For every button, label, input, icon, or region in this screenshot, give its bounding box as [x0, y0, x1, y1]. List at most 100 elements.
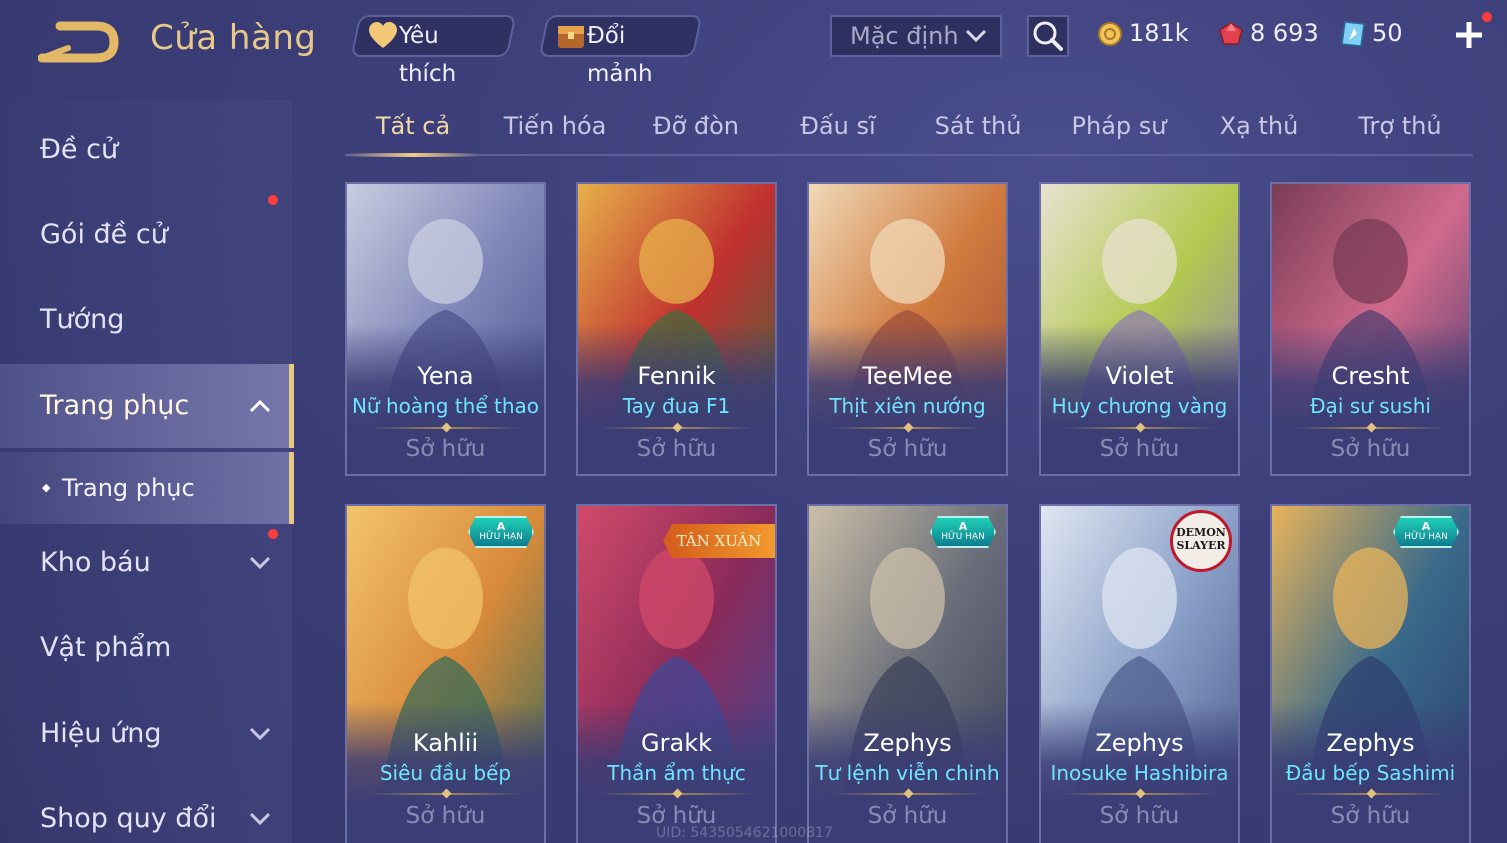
- favorites-label: Yêu thích: [398, 23, 457, 87]
- ownership-status: Sở hữu: [636, 436, 717, 462]
- sidebar-item-label: Vật phẩm: [40, 632, 172, 663]
- notification-dot: [268, 195, 278, 205]
- ownership-status: Sở hữu: [1330, 803, 1411, 829]
- sidebar-item-items[interactable]: Vật phẩm: [0, 606, 292, 690]
- back-button[interactable]: [37, 18, 120, 64]
- page-title: Cửa hàng: [150, 18, 317, 58]
- gold-amount: 181k: [1129, 19, 1189, 47]
- tab-support[interactable]: Trợ thủ: [1335, 100, 1465, 154]
- skin-name: Siêu đầu bếp: [379, 761, 512, 785]
- sidebar-item-label: Gói đề cử: [40, 219, 168, 250]
- skin-card[interactable]: Cresht Đại sư sushi Sở hữu: [1270, 182, 1471, 476]
- sidebar-subitem-label: Trang phục: [62, 474, 195, 502]
- chevron-down-icon: [249, 556, 271, 570]
- chevron-down-icon: [965, 29, 987, 43]
- gold-balance: 181k: [1097, 17, 1189, 51]
- ownership-status: Sở hữu: [867, 436, 948, 462]
- add-currency-button[interactable]: [1452, 12, 1492, 52]
- search-button[interactable]: [1027, 15, 1069, 57]
- chevron-down-icon: [249, 812, 271, 826]
- voucher-amount: 50: [1372, 19, 1403, 47]
- sidebar-item-label: Trang phục: [40, 390, 190, 421]
- skin-name: Tư lệnh viễn chinh: [815, 761, 1000, 785]
- gold-coin-icon: [1098, 22, 1122, 46]
- tab-evolution[interactable]: Tiến hóa: [490, 100, 620, 154]
- sidebar-item-skins[interactable]: Trang phục: [0, 364, 294, 448]
- chevron-up-icon: [249, 399, 271, 413]
- limited-badge-label: HỮU HẠN: [941, 532, 985, 542]
- ownership-status: Sở hữu: [405, 803, 486, 829]
- skin-card[interactable]: Kahlii Siêu đầu bếp Sở hữu A HỮU HẠN: [345, 504, 546, 843]
- hero-name: Cresht: [1331, 362, 1410, 390]
- back-arrow-icon: [37, 21, 119, 63]
- ownership-status: Sở hữu: [1330, 436, 1411, 462]
- skin-card[interactable]: Zephys Tư lệnh viễn chinh Sở hữu A HỮU HẠN: [807, 504, 1008, 843]
- limited-badge: A HỮU HẠN: [1393, 516, 1459, 548]
- plus-icon: [1456, 22, 1482, 48]
- sidebar-item-recommended[interactable]: Đề cử: [0, 108, 292, 192]
- ruby-gem-icon: [1219, 22, 1243, 45]
- heart-icon: [369, 22, 397, 48]
- skin-card[interactable]: Grakk Thần ẩm thực Sở hữu TÂN XUÂN: [576, 504, 777, 843]
- sidebar-item-heroes[interactable]: Tướng: [0, 278, 292, 362]
- skin-card[interactable]: TeeMee Thịt xiên nướng Sở hữu: [807, 182, 1008, 476]
- skin-card[interactable]: Zephys Đầu bếp Sashimi Sở hữu A HỮU HẠN: [1270, 504, 1471, 843]
- category-tabs: Tất cả Tiến hóa Đỡ đòn Đấu sĩ Sát thủ Ph…: [345, 100, 1473, 157]
- sort-value: Mặc định: [850, 22, 959, 50]
- sidebar-item-label: Tướng: [40, 304, 125, 335]
- tab-fighter[interactable]: Đấu sĩ: [773, 100, 903, 154]
- skin-name: Thần ẩm thực: [607, 761, 746, 785]
- voucher-icon: [1341, 21, 1365, 47]
- tab-tank[interactable]: Đỡ đòn: [631, 100, 761, 154]
- tab-assassin[interactable]: Sát thủ: [913, 100, 1043, 154]
- tab-mage[interactable]: Pháp sư: [1054, 100, 1184, 154]
- sidebar-item-recommended-bundles[interactable]: Gói đề cử: [0, 193, 292, 277]
- sidebar-subitem-skins[interactable]: Trang phục: [0, 452, 294, 524]
- chest-icon: [558, 26, 584, 48]
- favorites-button[interactable]: Yêu thích: [350, 15, 517, 87]
- skin-name: Đại sư sushi: [1310, 394, 1431, 418]
- sort-dropdown[interactable]: Mặc định: [830, 15, 1002, 57]
- hero-name: Zephys: [863, 729, 952, 757]
- ruby-amount: 8 693: [1250, 19, 1319, 47]
- skin-name: Đầu bếp Sashimi: [1285, 761, 1456, 785]
- hero-name: Fennik: [637, 362, 716, 390]
- ruby-balance: 8 693: [1218, 17, 1319, 51]
- sidebar-item-exchange-shop[interactable]: Shop quy đổi: [0, 777, 292, 843]
- exchange-label: Đổi mảnh: [586, 23, 653, 87]
- limited-badge-grade: A: [496, 520, 506, 533]
- skin-card[interactable]: Zephys Inosuke Hashibira Sở hữu DEMON SLAYE…: [1039, 504, 1240, 843]
- limited-badge: A HỮU HẠN: [468, 516, 534, 548]
- skin-name: Thịt xiên nướng: [829, 394, 986, 418]
- limited-badge-grade: A: [958, 520, 968, 533]
- hero-name: Violet: [1105, 362, 1174, 390]
- exchange-fragments-button[interactable]: Đổi mảnh: [538, 15, 703, 87]
- sidebar-item-effects[interactable]: Hiệu ứng: [0, 692, 292, 776]
- hero-name: Zephys: [1326, 729, 1415, 757]
- skin-card[interactable]: Violet Huy chương vàng Sở hữu: [1039, 182, 1240, 476]
- voucher-balance: 50: [1340, 17, 1403, 51]
- skin-card[interactable]: Fennik Tay đua F1 Sở hữu: [576, 182, 777, 476]
- hero-name: Kahlii: [412, 729, 479, 757]
- limited-badge: A HỮU HẠN: [930, 516, 996, 548]
- skin-name: Huy chương vàng: [1051, 394, 1228, 418]
- ownership-status: Sở hữu: [405, 436, 486, 462]
- notification-dot: [268, 529, 278, 539]
- sidebar-item-treasure[interactable]: Kho báu: [0, 521, 292, 605]
- tab-marksman[interactable]: Xạ thủ: [1194, 100, 1324, 154]
- uid-watermark: UID: 5435054621000817: [656, 825, 833, 841]
- sidebar-item-label: Shop quy đổi: [40, 803, 217, 834]
- limited-badge-grade: A: [1421, 520, 1431, 533]
- ownership-status: Sở hữu: [1099, 803, 1180, 829]
- hero-name: TeeMee: [862, 362, 953, 390]
- hero-name: Zephys: [1095, 729, 1184, 757]
- demon-slayer-badge: DEMON SLAYER: [1170, 510, 1232, 572]
- sidebar: Đề cử Gói đề cử Tướng Trang phục Trang p…: [0, 100, 294, 843]
- sidebar-item-label: Đề cử: [40, 134, 119, 165]
- chevron-down-icon: [249, 727, 271, 741]
- ownership-status: Sở hữu: [1099, 436, 1180, 462]
- search-icon: [1033, 21, 1063, 51]
- skin-card[interactable]: Yena Nữ hoàng thể thao Sở hữu: [345, 182, 546, 476]
- limited-badge-label: HỮU HẠN: [1404, 532, 1448, 542]
- tab-all[interactable]: Tất cả: [345, 100, 481, 157]
